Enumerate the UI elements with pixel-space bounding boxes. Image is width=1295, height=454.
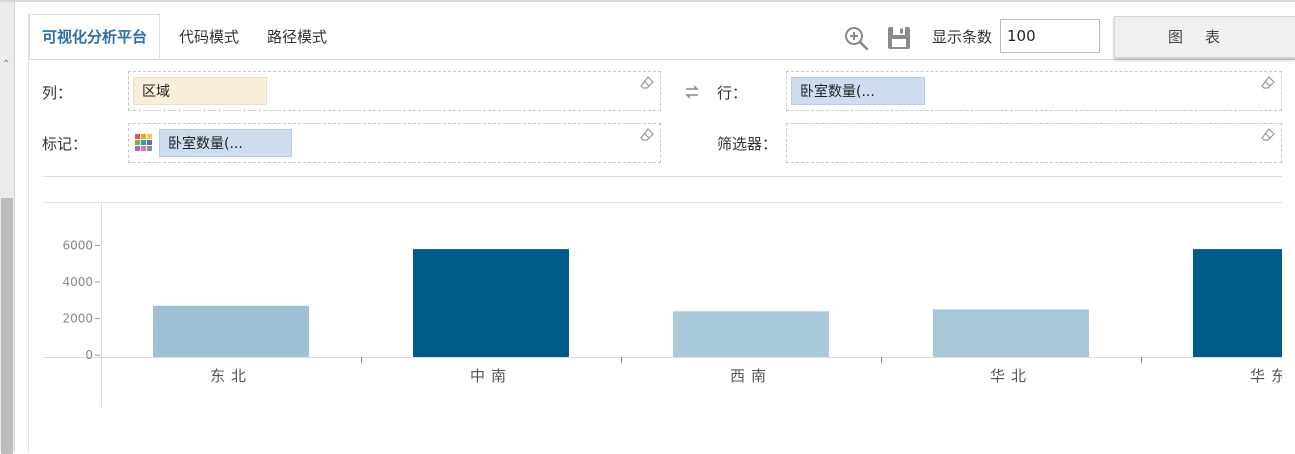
scrollbar-thumb[interactable]	[1, 198, 13, 454]
bar-chart-svg: 0 2000 4000 6000 东北 中南 西南 华北 华东	[43, 202, 1282, 407]
x-tick-label: 华北	[990, 367, 1032, 385]
tab-visual-analysis[interactable]: 可视化分析平台	[29, 14, 161, 59]
bar-3[interactable]	[673, 311, 829, 357]
row-limit-input[interactable]	[1000, 19, 1100, 53]
bar-chart: 0 2000 4000 6000 东北 中南 西南 华北 华东	[43, 202, 1282, 452]
y-tick-label: 2000	[62, 312, 93, 326]
x-tick-label: 西南	[730, 367, 772, 385]
columns-label: 列：	[42, 84, 73, 102]
chart-button[interactable]: 图表	[1114, 16, 1295, 58]
columns-shelf[interactable]: 区域	[128, 71, 661, 111]
analysis-panel: 可视化分析平台 代码模式 路径模式 显示条数 图表 列： 区域	[28, 14, 1295, 452]
tab-path-mode[interactable]: 路径模式	[267, 14, 327, 59]
tab-code-mode[interactable]: 代码模式	[179, 14, 239, 59]
bar-5[interactable]	[1193, 249, 1282, 357]
shelf-chart-divider	[43, 176, 1282, 177]
y-tick-label: 0	[85, 348, 93, 362]
columns-pill[interactable]: 区域	[133, 77, 267, 105]
x-tick-label: 华东	[1250, 367, 1282, 385]
tab-bar: 可视化分析平台 代码模式 路径模式 显示条数 图表	[29, 14, 1295, 60]
left-scrollbar[interactable]: ⌃	[0, 2, 15, 454]
bar-2[interactable]	[413, 249, 569, 357]
eraser-icon[interactable]	[640, 127, 654, 141]
save-icon[interactable]	[886, 25, 912, 51]
zoom-in-icon[interactable]	[843, 25, 869, 51]
scroll-up-icon[interactable]: ⌃	[2, 60, 10, 70]
rows-pill[interactable]: 卧室数量(...	[791, 77, 925, 105]
eraser-icon[interactable]	[1261, 127, 1275, 141]
x-tick-label: 东北	[210, 367, 252, 385]
eraser-icon[interactable]	[640, 75, 654, 89]
swap-icon[interactable]	[683, 84, 701, 100]
rows-label: 行：	[717, 84, 748, 102]
x-tick-label: 中南	[470, 367, 512, 385]
marks-pill[interactable]: 卧室数量(...	[159, 129, 292, 157]
window-top-border	[0, 0, 1295, 2]
rows-shelf[interactable]: 卧室数量(...	[786, 71, 1282, 111]
color-palette-icon	[135, 134, 153, 152]
y-tick-label: 6000	[62, 238, 93, 252]
marks-shelf[interactable]: 卧室数量(...	[128, 123, 661, 163]
filter-shelf[interactable]	[786, 123, 1282, 163]
filter-label: 筛选器：	[717, 135, 778, 153]
row-limit-label: 显示条数	[932, 28, 993, 46]
y-tick-label: 4000	[62, 275, 93, 289]
bar-4[interactable]	[933, 309, 1089, 357]
bar-1[interactable]	[153, 305, 309, 357]
eraser-icon[interactable]	[1261, 75, 1275, 89]
marks-label: 标记：	[42, 135, 88, 153]
